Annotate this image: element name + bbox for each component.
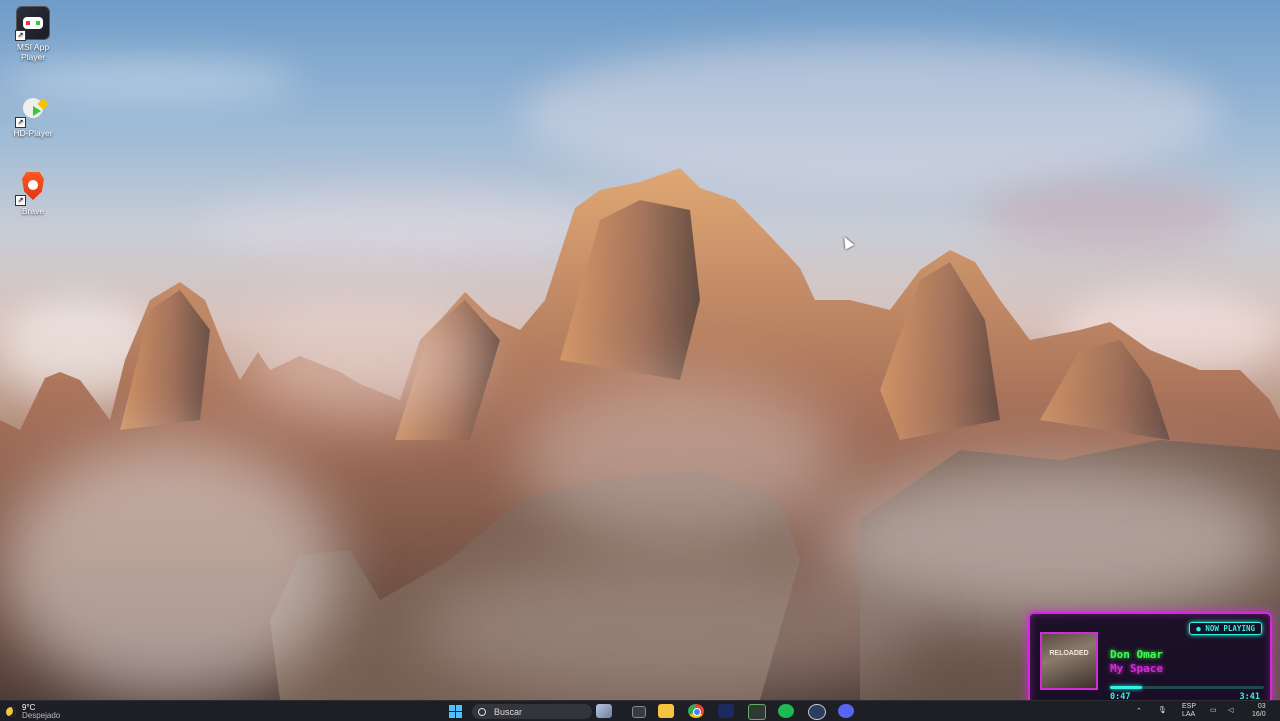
- msi-app-player-icon: ↗: [15, 6, 50, 41]
- hd-player-icon: ↗: [15, 94, 49, 128]
- task-view-icon[interactable]: [632, 706, 646, 718]
- album-art: RELOADED: [1040, 632, 1098, 690]
- now-playing-badge: ● NOW PLAYING: [1189, 622, 1262, 635]
- clock-date: 16/0: [1252, 711, 1266, 718]
- clock-time: 03: [1257, 703, 1266, 710]
- chrome-icon[interactable]: [688, 704, 704, 718]
- brave-icon: ↗: [15, 172, 49, 206]
- desktop-icon-label: MSI App Player: [16, 42, 50, 62]
- spotify-icon[interactable]: [778, 704, 794, 718]
- steam-icon[interactable]: [808, 704, 826, 720]
- network-icon[interactable]: ▭: [1210, 706, 1217, 714]
- desktop-icon-msi-app-player[interactable]: ↗ MSI App Player: [4, 6, 62, 62]
- taskbar: 9°C Despejado Buscar ⌃ 🎙 ESP LAA ▭ ◁ 03 …: [0, 700, 1280, 721]
- file-explorer-icon[interactable]: [658, 704, 674, 718]
- track-title: My Space: [1110, 662, 1163, 675]
- language-indicator[interactable]: ESP LAA: [1182, 703, 1196, 719]
- volume-icon[interactable]: ◁: [1228, 706, 1233, 714]
- tray-chevron-icon[interactable]: ⌃: [1136, 707, 1142, 715]
- language-sub: LAA: [1182, 711, 1196, 718]
- search-placeholder: Buscar: [494, 706, 523, 717]
- desktop-icon-label: Brave: [21, 206, 45, 216]
- desktop-icon-hd-player[interactable]: ↗ HD-Player: [4, 94, 62, 138]
- track-artist: Don Omar: [1110, 648, 1163, 661]
- now-playing-widget[interactable]: ● NOW PLAYING RELOADED Don Omar My Space…: [1028, 612, 1272, 708]
- search-icon: [478, 707, 486, 716]
- moon-icon: [6, 707, 16, 717]
- search-box[interactable]: Buscar: [472, 704, 592, 719]
- app-icon-2[interactable]: [748, 704, 766, 720]
- app-icon[interactable]: [718, 704, 734, 718]
- progress-bar[interactable]: [1110, 686, 1264, 689]
- album-art-text: RELOADED: [1049, 650, 1089, 657]
- weather-condition: Despejado: [22, 711, 61, 720]
- copilot-icon[interactable]: [596, 704, 612, 718]
- progress-bar-fill: [1110, 686, 1143, 689]
- microphone-icon[interactable]: 🎙: [1158, 706, 1167, 714]
- clock[interactable]: 03 16/0: [1252, 703, 1266, 719]
- discord-icon[interactable]: [838, 704, 854, 718]
- desktop-icon-brave[interactable]: ↗ Brave: [4, 172, 62, 216]
- start-button[interactable]: [447, 704, 463, 718]
- language-code: ESP: [1182, 703, 1197, 710]
- desktop-icon-label: HD-Player: [13, 128, 53, 138]
- weather-widget[interactable]: 9°C Despejado: [6, 703, 60, 721]
